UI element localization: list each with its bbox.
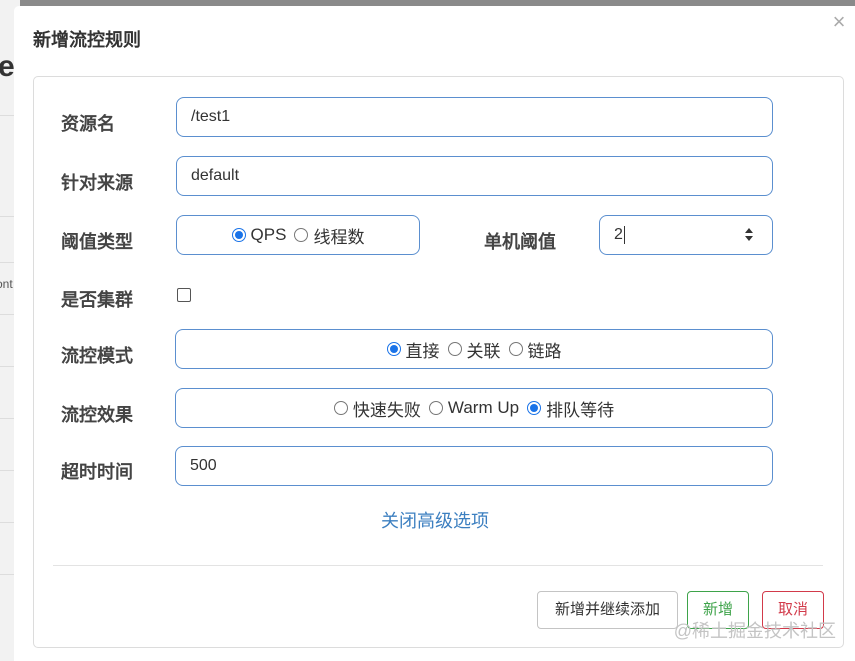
single-threshold-input[interactable]: 2 <box>599 215 773 255</box>
control-effect-warm-up-label: Warm Up <box>447 398 520 417</box>
cluster-checkbox[interactable] <box>177 288 191 302</box>
threshold-type-qps-label: QPS <box>250 225 287 244</box>
control-mode-relate-label: 关联 <box>466 341 501 361</box>
resource-label: 资源名 <box>61 114 115 134</box>
radio-unchecked-icon[interactable] <box>294 228 309 242</box>
control-effect-group: 快速失败 Warm Up 排队等待 <box>175 388 773 428</box>
timeout-label: 超时时间 <box>61 462 133 482</box>
threshold-type-thread-label: 线程数 <box>313 227 365 247</box>
spinner-up-icon[interactable] <box>745 228 753 233</box>
resource-input[interactable]: /test1 <box>176 97 773 137</box>
radio-unchecked-icon[interactable] <box>428 401 443 415</box>
control-mode-direct-label: 直接 <box>405 341 440 361</box>
background-text-fragment: ont <box>0 277 13 291</box>
text-caret <box>623 225 625 244</box>
threshold-type-thread[interactable]: 线程数 <box>294 223 364 248</box>
cluster-label: 是否集群 <box>61 290 133 310</box>
radio-checked-icon[interactable] <box>527 401 542 415</box>
control-mode-chain[interactable]: 链路 <box>508 337 562 362</box>
radio-checked-icon[interactable] <box>231 228 246 242</box>
background-heading-fragment: e <box>0 50 15 83</box>
control-effect-fast-fail-label: 快速失败 <box>352 400 421 420</box>
control-mode-chain-label: 链路 <box>527 341 562 361</box>
add-and-continue-button[interactable]: 新增并继续添加 <box>537 591 678 629</box>
control-mode-direct[interactable]: 直接 <box>386 337 440 362</box>
control-effect-warm-up[interactable]: Warm Up <box>428 398 520 418</box>
spinner-down-icon[interactable] <box>745 236 753 241</box>
dialog-header: 新增流控规则 × <box>14 6 855 66</box>
limit-app-input[interactable]: default <box>176 156 773 196</box>
single-threshold-label: 单机阈值 <box>484 232 556 252</box>
limit-app-label: 针对来源 <box>61 173 133 193</box>
close-icon[interactable]: × <box>829 11 849 34</box>
add-flow-rule-dialog: 新增流控规则 × 资源名 /test1 针对来源 default 阈值类型 QP… <box>14 6 855 661</box>
control-effect-queue-label: 排队等待 <box>546 400 615 420</box>
footer-divider <box>53 565 823 566</box>
radio-unchecked-icon[interactable] <box>508 342 523 356</box>
control-effect-queue[interactable]: 排队等待 <box>527 396 614 421</box>
radio-checked-icon[interactable] <box>386 342 401 356</box>
radio-unchecked-icon[interactable] <box>447 342 462 356</box>
timeout-input[interactable]: 500 <box>175 446 773 486</box>
single-threshold-value: 2 <box>614 226 623 243</box>
number-spinner-icon[interactable] <box>744 227 754 245</box>
dialog-title: 新增流控规则 <box>33 30 141 50</box>
watermark: @稀土掘金技术社区 <box>673 621 836 641</box>
dialog-body: 资源名 /test1 针对来源 default 阈值类型 QPS 线程数 单机阈… <box>33 76 844 648</box>
threshold-type-label: 阈值类型 <box>61 232 133 252</box>
advanced-options-toggle[interactable]: 关闭高级选项 <box>381 507 489 533</box>
threshold-type-qps[interactable]: QPS <box>231 225 287 245</box>
control-effect-fast-fail[interactable]: 快速失败 <box>333 396 421 421</box>
radio-unchecked-icon[interactable] <box>333 401 348 415</box>
control-mode-label: 流控模式 <box>61 346 133 366</box>
threshold-type-group: QPS 线程数 <box>176 215 420 255</box>
control-mode-relate[interactable]: 关联 <box>447 337 501 362</box>
control-effect-label: 流控效果 <box>61 405 133 425</box>
control-mode-group: 直接 关联 链路 <box>175 329 773 369</box>
